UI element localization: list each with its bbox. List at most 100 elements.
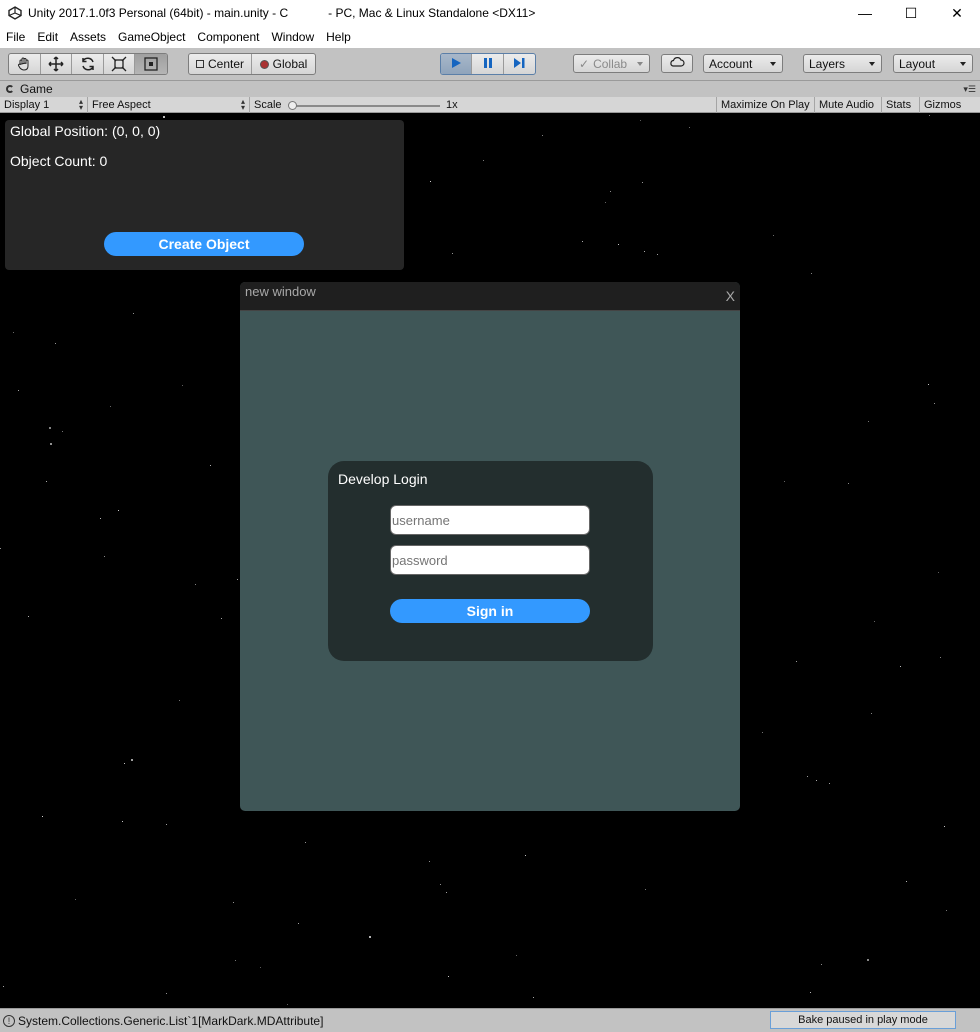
- cloud-button[interactable]: [661, 54, 693, 73]
- aspect-label: Free Aspect: [92, 99, 151, 111]
- scale-value: 1x: [446, 99, 458, 111]
- global-space-button[interactable]: Global: [252, 54, 315, 74]
- hand-tool-icon[interactable]: [9, 54, 41, 74]
- star: [3, 986, 4, 987]
- maximize-button[interactable]: ☐: [888, 0, 934, 26]
- updown-icon: ▴ ▾: [78, 97, 83, 112]
- star: [440, 884, 441, 885]
- star: [28, 616, 29, 617]
- scale-tool-icon[interactable]: [104, 54, 136, 74]
- chevron-down-icon: [960, 62, 966, 66]
- star: [940, 657, 941, 658]
- collab-dropdown[interactable]: ✓ Collab: [573, 54, 650, 73]
- object-count-text: Object Count: 0: [10, 153, 108, 169]
- move-tool-icon[interactable]: [41, 54, 73, 74]
- tab-game[interactable]: Game: [6, 82, 53, 96]
- star: [784, 481, 785, 482]
- star: [689, 127, 690, 128]
- star: [938, 572, 939, 573]
- star: [369, 936, 371, 938]
- stats-label: Stats: [886, 99, 912, 111]
- play-button[interactable]: [441, 54, 473, 74]
- game-viewport[interactable]: Global Position: (0, 0, 0) Object Count:…: [0, 114, 980, 1008]
- layout-dropdown[interactable]: Layout: [893, 54, 973, 73]
- star: [49, 427, 51, 429]
- maximize-on-play-label: Maximize On Play: [721, 99, 810, 111]
- layout-label: Layout: [899, 56, 936, 71]
- console-message[interactable]: System.Collections.Generic.List`1[MarkDa…: [18, 1014, 323, 1028]
- star: [605, 202, 606, 203]
- star: [928, 384, 929, 385]
- pause-icon: [481, 56, 495, 73]
- account-label: Account: [709, 56, 753, 71]
- star: [122, 821, 123, 822]
- new-window-close-button[interactable]: X: [726, 288, 735, 304]
- star: [644, 251, 645, 252]
- star: [448, 976, 449, 977]
- rotate-tool-icon[interactable]: [72, 54, 104, 74]
- star: [906, 881, 907, 882]
- star: [429, 861, 430, 862]
- rect-tool-icon[interactable]: [135, 54, 167, 74]
- maximize-on-play-toggle[interactable]: Maximize On Play: [716, 97, 815, 113]
- star: [182, 385, 183, 386]
- star: [131, 759, 133, 761]
- menu-component[interactable]: Component: [191, 30, 265, 44]
- create-object-button[interactable]: Create Object: [104, 232, 304, 256]
- display-dropdown[interactable]: Display 1 ▴ ▾: [0, 97, 88, 113]
- game-view-bar: Display 1 ▴ ▾ Free Aspect ▴ ▾ Scale 1x Max…: [0, 97, 980, 113]
- tab-menu-icon[interactable]: ▾☰: [963, 84, 976, 95]
- star: [542, 135, 543, 136]
- new-window-titlebar[interactable]: new window X: [240, 282, 740, 311]
- star: [46, 481, 47, 482]
- star: [645, 889, 646, 890]
- star: [166, 993, 167, 994]
- new-window-title: new window: [245, 284, 316, 299]
- sign-in-button[interactable]: Sign in: [390, 599, 590, 623]
- global-position-text: Global Position: (0, 0, 0): [10, 123, 161, 139]
- username-input[interactable]: [390, 505, 590, 535]
- globe-icon: [259, 59, 269, 69]
- display-label: Display 1: [4, 99, 50, 111]
- star: [133, 313, 134, 314]
- menu-help[interactable]: Help: [320, 30, 357, 44]
- star: [810, 992, 811, 993]
- info-panel: Global Position: (0, 0, 0) Object Count:…: [5, 120, 404, 270]
- menu-gameobject[interactable]: GameObject: [112, 30, 191, 44]
- star: [829, 783, 830, 784]
- scale-slider-handle[interactable]: [288, 101, 297, 110]
- star: [210, 465, 211, 466]
- star: [618, 244, 619, 245]
- chevron-down-icon: [869, 62, 875, 66]
- layers-dropdown[interactable]: Layers: [803, 54, 882, 73]
- password-input[interactable]: [390, 545, 590, 575]
- pause-button[interactable]: [472, 54, 504, 74]
- info-icon: !: [3, 1015, 15, 1027]
- star: [871, 713, 872, 714]
- chevron-down-icon: [637, 62, 643, 66]
- mute-audio-label: Mute Audio: [819, 99, 875, 111]
- global-space-label: Global: [272, 57, 308, 71]
- pivot-toggles: Center Global: [188, 53, 316, 75]
- stats-toggle[interactable]: Stats: [882, 97, 920, 113]
- star: [446, 892, 447, 893]
- playback-controls: [440, 53, 536, 75]
- menu-bar: File Edit Assets GameObject Component Wi…: [0, 26, 980, 48]
- account-dropdown[interactable]: Account: [703, 54, 783, 73]
- star: [430, 181, 431, 182]
- menu-file[interactable]: File: [0, 30, 31, 44]
- menu-edit[interactable]: Edit: [31, 30, 64, 44]
- aspect-dropdown[interactable]: Free Aspect ▴ ▾: [88, 97, 250, 113]
- mute-audio-toggle[interactable]: Mute Audio: [815, 97, 882, 113]
- gizmos-dropdown[interactable]: Gizmos: [920, 97, 978, 113]
- pivot-center-button[interactable]: Center: [189, 54, 253, 74]
- step-button[interactable]: [504, 54, 535, 74]
- menu-assets[interactable]: Assets: [64, 30, 112, 44]
- scale-slider-track[interactable]: [290, 105, 440, 107]
- menu-window[interactable]: Window: [265, 30, 320, 44]
- close-window-button[interactable]: ✕: [934, 0, 980, 26]
- star: [298, 923, 299, 924]
- star: [868, 421, 869, 422]
- star: [525, 855, 526, 856]
- minimize-button[interactable]: —: [842, 0, 888, 26]
